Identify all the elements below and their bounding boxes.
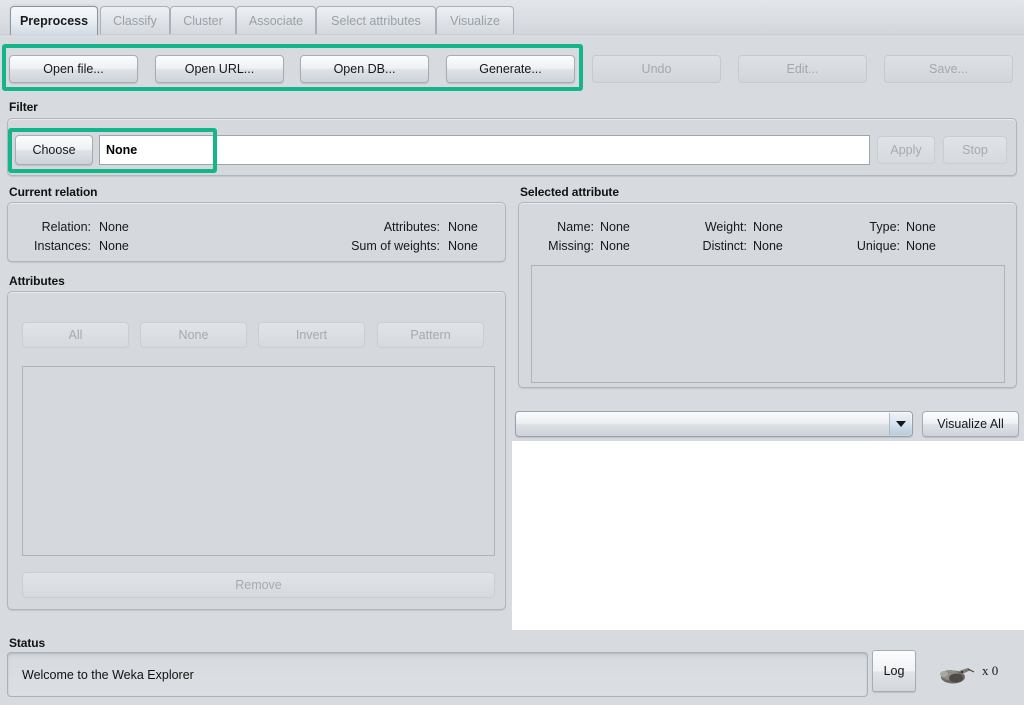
attr-missing-key: Missing:	[530, 239, 594, 253]
attributes-pattern-button[interactable]: Pattern	[377, 322, 484, 348]
attr-weight-value: None	[753, 220, 783, 234]
log-button-label: Log	[884, 664, 905, 678]
tab-select-attributes[interactable]: Select attributes	[316, 6, 436, 35]
attributes-remove-label: Remove	[235, 578, 282, 592]
instances-value: None	[99, 239, 129, 253]
attributes-none-label: None	[179, 328, 209, 342]
open-url-label: Open URL...	[185, 62, 254, 76]
status-group-label: Status	[9, 636, 45, 650]
relation-value: None	[99, 220, 129, 234]
open-db-button[interactable]: Open DB...	[300, 55, 429, 83]
attr-type-key: Type:	[832, 220, 900, 234]
tab-bar: Preprocess Classify Cluster Associate Se…	[0, 0, 1024, 35]
edit-button[interactable]: Edit...	[738, 55, 867, 83]
save-button[interactable]: Save...	[884, 55, 1013, 83]
tab-preprocess[interactable]: Preprocess	[10, 6, 98, 35]
filter-group-label: Filter	[9, 100, 38, 114]
generate-button[interactable]: Generate...	[446, 55, 575, 83]
current-relation-group-label: Current relation	[9, 185, 97, 199]
weka-bird-count: x 0	[982, 663, 998, 679]
filter-choose-button[interactable]: Choose	[15, 135, 93, 165]
tab-visualize[interactable]: Visualize	[436, 6, 514, 35]
visualization-pane[interactable]	[512, 441, 1024, 630]
attr-name-key: Name:	[530, 220, 594, 234]
tab-classify-label: Classify	[113, 14, 157, 28]
sum-of-weights-value: None	[448, 239, 478, 253]
attributes-all-button[interactable]: All	[22, 322, 129, 348]
attr-name-value: None	[600, 220, 630, 234]
class-attribute-combo[interactable]	[515, 411, 913, 437]
attributes-list[interactable]	[22, 366, 495, 556]
attr-missing-value: None	[600, 239, 630, 253]
attributes-invert-button[interactable]: Invert	[258, 322, 365, 348]
tab-classify[interactable]: Classify	[100, 6, 170, 35]
generate-label: Generate...	[479, 62, 542, 76]
tab-cluster[interactable]: Cluster	[170, 6, 236, 35]
filter-apply-button[interactable]: Apply	[877, 136, 935, 164]
filter-value-field[interactable]: None	[99, 135, 870, 165]
attr-distinct-key: Distinct:	[680, 239, 747, 253]
save-label: Save...	[929, 62, 968, 76]
attr-distinct-value: None	[753, 239, 783, 253]
status-message-text: Welcome to the Weka Explorer	[22, 668, 194, 682]
undo-label: Undo	[642, 62, 672, 76]
tab-select-attributes-label: Select attributes	[331, 14, 421, 28]
attributes-all-label: All	[69, 328, 83, 342]
open-url-button[interactable]: Open URL...	[155, 55, 284, 83]
attributes-pattern-label: Pattern	[410, 328, 450, 342]
attributes-count-key: Attributes:	[300, 220, 440, 234]
tab-visualize-label: Visualize	[450, 14, 500, 28]
chevron-down-icon[interactable]	[889, 413, 911, 435]
attributes-none-button[interactable]: None	[140, 322, 247, 348]
open-file-label: Open file...	[43, 62, 103, 76]
filter-stop-button[interactable]: Stop	[943, 136, 1007, 164]
status-message-field: Welcome to the Weka Explorer	[7, 652, 868, 697]
weka-bird-icon	[935, 661, 975, 687]
attributes-group-label: Attributes	[9, 274, 65, 288]
undo-button[interactable]: Undo	[592, 55, 721, 83]
attribute-stats-list[interactable]	[531, 265, 1005, 383]
filter-choose-label: Choose	[32, 143, 75, 157]
weka-explorer-window: Preprocess Classify Cluster Associate Se…	[0, 0, 1024, 705]
relation-key: Relation:	[20, 220, 91, 234]
attributes-count-value: None	[448, 220, 478, 234]
edit-label: Edit...	[787, 62, 819, 76]
filter-value-text: None	[106, 143, 137, 157]
attr-type-value: None	[906, 220, 936, 234]
log-button[interactable]: Log	[872, 650, 916, 692]
tab-associate[interactable]: Associate	[236, 6, 316, 35]
visualize-all-button[interactable]: Visualize All	[922, 411, 1019, 437]
open-file-button[interactable]: Open file...	[9, 55, 138, 83]
attr-unique-value: None	[906, 239, 936, 253]
attr-weight-key: Weight:	[680, 220, 747, 234]
tab-associate-label: Associate	[249, 14, 303, 28]
visualize-all-label: Visualize All	[937, 417, 1003, 431]
selected-attribute-group-label: Selected attribute	[520, 185, 619, 199]
attr-unique-key: Unique:	[832, 239, 900, 253]
open-db-label: Open DB...	[334, 62, 396, 76]
sum-of-weights-key: Sum of weights:	[300, 239, 440, 253]
instances-key: Instances:	[20, 239, 91, 253]
tab-preprocess-label: Preprocess	[20, 14, 88, 28]
filter-stop-label: Stop	[962, 143, 988, 157]
attributes-invert-label: Invert	[296, 328, 327, 342]
attributes-remove-button[interactable]: Remove	[22, 572, 495, 598]
tab-cluster-label: Cluster	[183, 14, 223, 28]
filter-apply-label: Apply	[890, 143, 921, 157]
